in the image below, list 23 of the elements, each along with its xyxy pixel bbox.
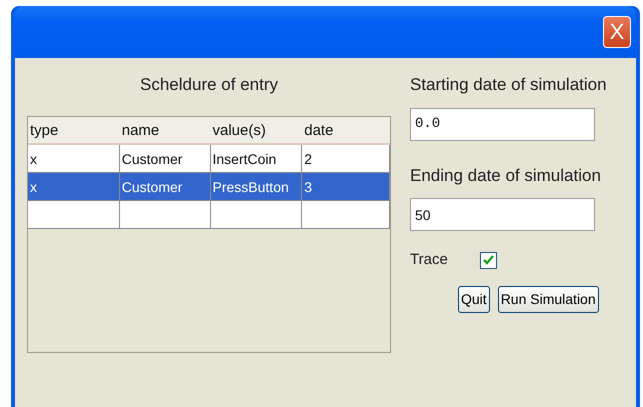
field-label: Starting date of simulation	[410, 74, 607, 96]
field-label: Ending date of simulation	[410, 164, 602, 186]
input-field[interactable]: 50	[410, 198, 595, 231]
column-header[interactable]: name	[120, 116, 210, 144]
table-cell: x	[28, 172, 120, 200]
checkbox-label: Trace	[410, 250, 448, 270]
table-cell: InsertCoin	[210, 144, 302, 172]
table-cell: 2	[302, 144, 390, 172]
table-cell: PressButton	[210, 172, 302, 200]
check-icon	[482, 255, 494, 266]
table-cell: x	[28, 144, 120, 172]
checkbox[interactable]	[480, 252, 497, 269]
action-button[interactable]: Quit	[458, 286, 490, 312]
close-button[interactable]: X	[603, 16, 631, 48]
column-header[interactable]: value(s)	[210, 116, 302, 144]
table-cell: 3	[302, 172, 390, 200]
action-button[interactable]: Run Simulation	[498, 286, 599, 312]
input-field[interactable]: 0.0	[410, 108, 595, 140]
table-cell: Customer	[120, 144, 210, 172]
column-header[interactable]: date	[302, 116, 390, 144]
table-title: Scheldure of entry	[139, 74, 279, 96]
column-header[interactable]: type	[28, 116, 120, 144]
table-cell: Customer	[120, 172, 210, 200]
